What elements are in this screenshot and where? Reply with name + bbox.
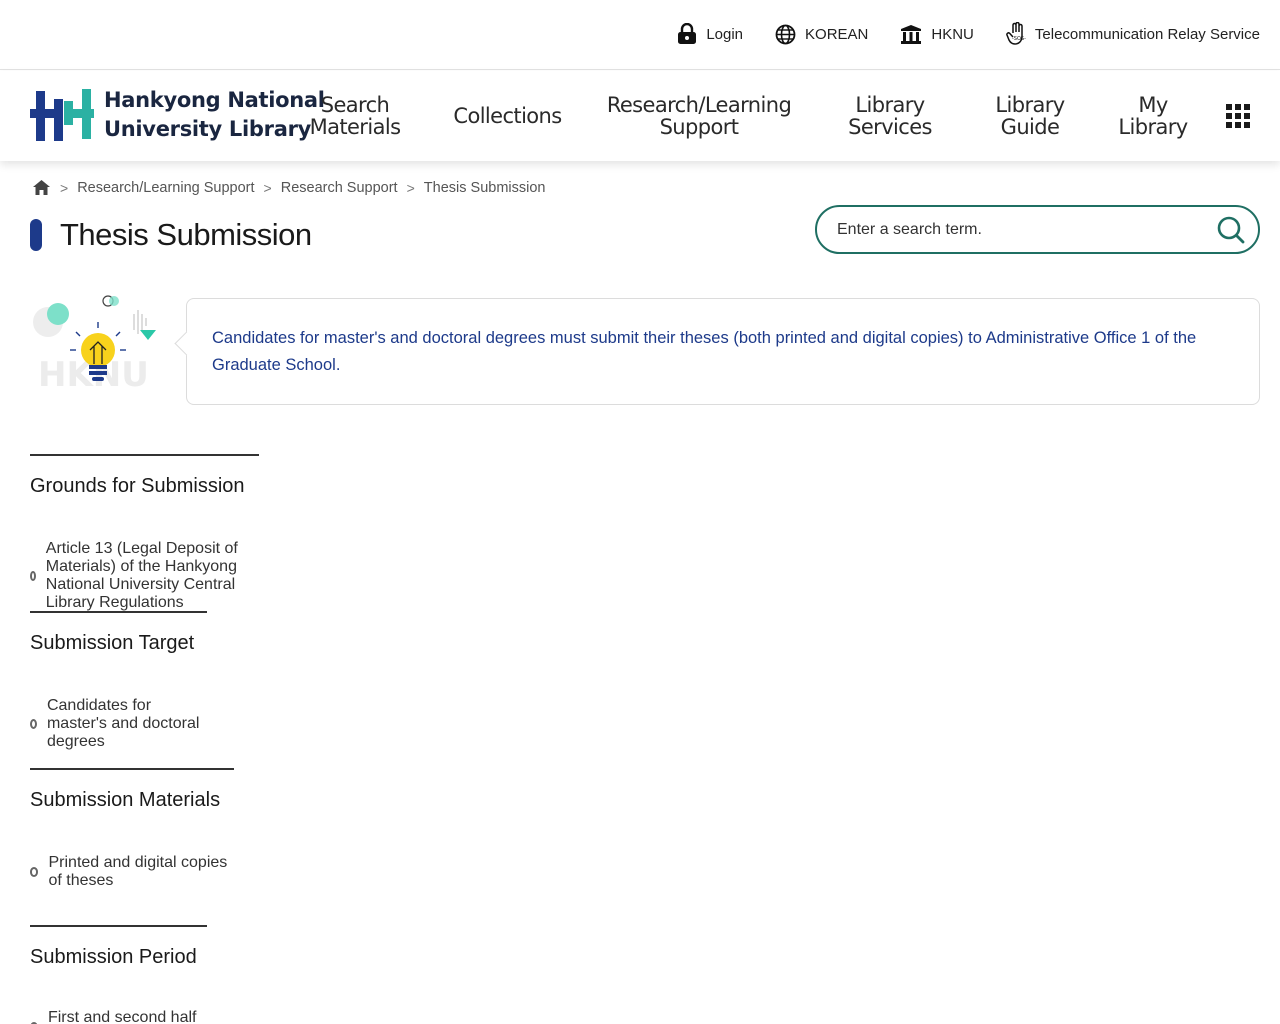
- korean-label: KOREAN: [805, 25, 869, 43]
- list-item: Article 13 (Legal Deposit of Materials) …: [30, 540, 259, 612]
- hknu-label: HKNU: [931, 25, 974, 43]
- lock-icon: [678, 23, 697, 44]
- chevron-right-icon: >: [263, 179, 272, 196]
- login-label: Login: [706, 25, 744, 43]
- hknu-link[interactable]: HKNU: [900, 24, 974, 44]
- nav-search-materials[interactable]: Search Materials: [300, 71, 410, 161]
- list-item-text: Printed and digital copies of theses: [48, 854, 228, 889]
- intro-callout: Candidates for master's and doctoral deg…: [186, 298, 1260, 405]
- search-box: [815, 205, 1260, 254]
- list-item: First and second half of each year: [30, 1009, 207, 1024]
- section-title: Submission Target: [30, 632, 195, 654]
- lightbulb-illustration-icon: HKNU: [33, 295, 156, 395]
- section-title: Submission Period: [30, 946, 197, 968]
- section-divider: [30, 925, 207, 927]
- globe-icon: [775, 24, 796, 44]
- home-icon[interactable]: [32, 179, 51, 196]
- nav-research-learning-support[interactable]: Research/Learning Support: [592, 71, 806, 161]
- search-input[interactable]: [837, 220, 1216, 239]
- nav-collections-label: Collections: [453, 104, 562, 128]
- page-title-wrap: Thesis Submission: [30, 217, 312, 253]
- korean-link[interactable]: KOREAN: [775, 24, 868, 45]
- breadcrumb-research-learning-support[interactable]: Research/Learning Support: [77, 180, 254, 196]
- breadcrumb-thesis-submission[interactable]: Thesis Submission: [424, 180, 546, 196]
- nav-collections[interactable]: Collections: [440, 71, 575, 161]
- login-link[interactable]: Login: [677, 23, 743, 45]
- chevron-right-icon: >: [406, 179, 415, 196]
- nav-library-services-line2: Services: [848, 115, 932, 139]
- circle-bullet-icon: [30, 719, 37, 729]
- nav-my-library[interactable]: My Library: [1108, 71, 1198, 161]
- hknu-logo-mark-icon: [30, 89, 94, 141]
- nav-search-materials-line1: Search: [320, 93, 390, 117]
- nav-research-line1: Research/Learning: [606, 93, 792, 117]
- logo-text: Hankyong National University Library: [104, 86, 325, 144]
- list-item-text: Candidates for master's and doctoral deg…: [46, 697, 200, 750]
- chevron-right-icon: >: [60, 179, 69, 196]
- section-title: Grounds for Submission: [30, 475, 245, 497]
- section-divider: [30, 611, 207, 613]
- section-divider: [30, 768, 234, 770]
- section-grounds: Grounds for Submission Article 13 (Legal…: [30, 454, 259, 611]
- nav-research-line2: Support: [659, 115, 739, 139]
- list-item: Printed and digital copies of theses: [30, 854, 234, 890]
- nav-library-guide[interactable]: Library Guide: [985, 71, 1075, 161]
- circle-bullet-icon: [30, 571, 36, 581]
- section-target: Submission Target Candidates for master'…: [30, 611, 207, 750]
- search-icon[interactable]: [1216, 215, 1246, 245]
- library-logo[interactable]: Hankyong National University Library: [30, 86, 325, 144]
- nav-library-services[interactable]: Library Services: [840, 71, 940, 161]
- utility-links: Login KOREAN HKNU -SOS- Telecommunicatio…: [677, 22, 1260, 46]
- section-title: Submission Materials: [30, 789, 221, 811]
- breadcrumb-research-support[interactable]: Research Support: [281, 180, 398, 196]
- page-title: Thesis Submission: [60, 217, 312, 252]
- list-item-text: First and second half of each year: [47, 1009, 197, 1024]
- nav-my-library-line1: My: [1138, 93, 1168, 117]
- sign-language-hand-icon: -SOS-: [1006, 22, 1026, 45]
- nav-library-guide-line1: Library: [995, 93, 1065, 117]
- svg-text:-SOS-: -SOS-: [1012, 36, 1026, 42]
- section-materials: Submission Materials Printed and digital…: [30, 768, 234, 889]
- utility-bar: Login KOREAN HKNU -SOS- Telecommunicatio…: [0, 0, 1280, 70]
- section-divider: [30, 454, 259, 456]
- list-item-text: Article 13 (Legal Deposit of Materials) …: [45, 540, 238, 611]
- nav-search-materials-line2: Materials: [309, 115, 401, 139]
- logo-line-1: Hankyong National: [104, 88, 325, 112]
- nav-library-services-line1: Library: [855, 93, 925, 117]
- main-navigation: Hankyong National University Library Sea…: [0, 71, 1280, 161]
- nav-my-library-line2: Library: [1118, 115, 1188, 139]
- relay-service-link[interactable]: -SOS- Telecommunication Relay Service: [1006, 22, 1260, 46]
- logo-line-2: University Library: [104, 117, 312, 141]
- nav-library-guide-line2: Guide: [1000, 115, 1060, 139]
- circle-bullet-icon: [30, 867, 39, 877]
- all-menu-grid-icon[interactable]: [1226, 104, 1250, 128]
- title-accent-bar: [30, 219, 42, 251]
- intro-text: Candidates for master's and doctoral deg…: [212, 329, 1197, 374]
- relay-service-label: Telecommunication Relay Service: [1034, 25, 1260, 43]
- breadcrumb: > Research/Learning Support > Research S…: [32, 179, 545, 196]
- university-building-icon: [901, 25, 922, 44]
- section-period: Submission Period First and second half …: [30, 925, 207, 1024]
- list-item: Candidates for master's and doctoral deg…: [30, 697, 207, 751]
